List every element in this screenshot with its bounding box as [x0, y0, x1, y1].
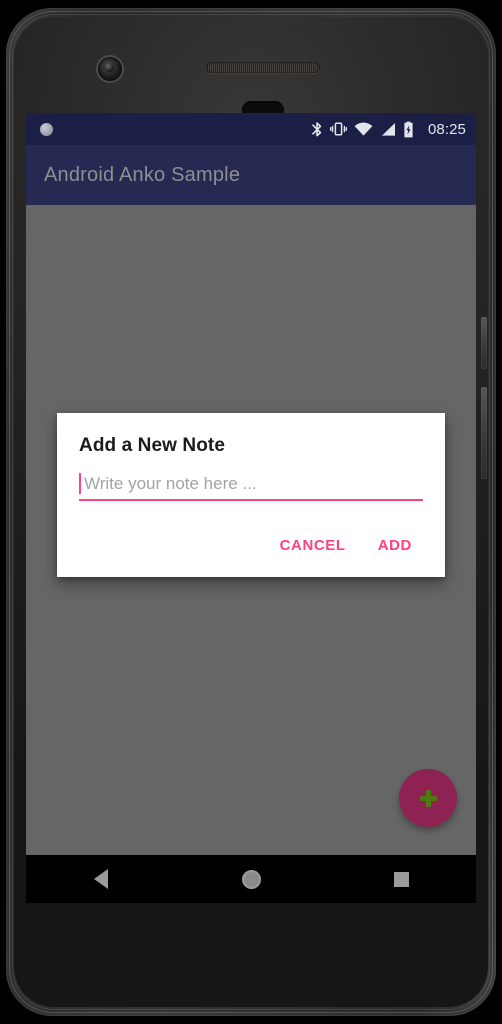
android-nav-bar	[26, 855, 476, 903]
note-input-placeholder: Write your note here ...	[84, 474, 257, 493]
page-title: Android Anko Sample	[44, 163, 241, 186]
volume-button[interactable]	[481, 387, 487, 479]
cancel-button[interactable]: CANCEL	[269, 530, 357, 561]
earpiece-speaker-icon	[206, 62, 320, 73]
dialog-actions: CANCEL ADD	[79, 509, 423, 565]
text-caret	[79, 473, 81, 494]
recents-nav-icon	[393, 871, 409, 887]
app-bar: Android Anko Sample	[26, 145, 476, 205]
note-input-field[interactable]: Write your note here ...	[79, 472, 423, 501]
nav-home-button[interactable]	[176, 869, 326, 889]
power-button[interactable]	[481, 317, 487, 369]
nav-recents-button[interactable]	[326, 871, 476, 887]
bluetooth-icon	[311, 121, 323, 138]
home-nav-icon	[241, 869, 261, 889]
notification-dot-icon	[40, 122, 53, 136]
status-bar: 08:25	[26, 113, 476, 145]
status-bar-clock: 08:25	[427, 120, 466, 138]
front-camera-icon	[98, 57, 122, 81]
status-bar-icons: 08:25	[311, 121, 466, 138]
add-note-fab[interactable]	[399, 769, 457, 827]
cellular-signal-icon	[380, 122, 396, 137]
wifi-icon	[354, 122, 373, 137]
add-button[interactable]: ADD	[367, 530, 423, 561]
dialog-title: Add a New Note	[79, 435, 226, 456]
phone-screen: 08:25 Android Anko Sample Add a New Note…	[26, 113, 476, 903]
battery-charging-icon	[403, 121, 414, 138]
nav-back-button[interactable]	[26, 869, 176, 889]
device-frame: 08:25 Android Anko Sample Add a New Note…	[0, 0, 502, 1024]
vibrate-icon	[329, 121, 347, 137]
back-nav-icon	[94, 869, 108, 889]
add-note-dialog: Add a New Note Write your note here ... …	[57, 413, 445, 577]
plus-icon	[419, 789, 437, 807]
